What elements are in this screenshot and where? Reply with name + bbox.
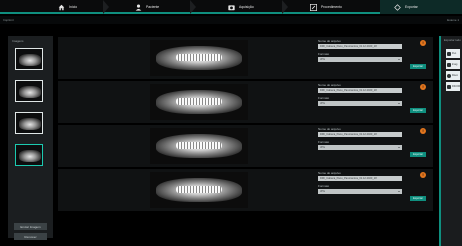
nav-acquisition[interactable]: Aquisição [228, 0, 254, 14]
format-select[interactable]: JPG [318, 101, 402, 106]
export-row: Nome do arquivo DMI_Cabeca_Pano_Panorami… [58, 125, 433, 167]
export-panel: Nome do arquivo DMI_Cabeca_Pano_Panorami… [318, 127, 428, 165]
nav-procedure-label: Procedimento [321, 5, 342, 9]
pen-icon [447, 51, 451, 56]
xray-image[interactable] [150, 84, 248, 120]
export-panel: Nome do arquivo DMI_Cabeca_Pano_Panorami… [318, 39, 428, 77]
xray-thumb [19, 150, 41, 162]
export-row: Nome do arquivo DMI_Cabeca_Pano_Panorami… [58, 169, 433, 211]
thumbnail-3[interactable] [15, 112, 43, 134]
nav-home[interactable]: Início [58, 0, 77, 14]
nav-acquisition-label: Aquisição [239, 5, 254, 9]
format-label: Formato [318, 184, 330, 188]
right-toolbar: Exportar tudo Pen Imag Disco DICOM [439, 36, 462, 246]
tool-image[interactable]: Imag [446, 60, 460, 69]
edit-icon [310, 3, 317, 11]
sub-bar: Imprimir Exame 1 [0, 16, 462, 24]
xray-image[interactable] [150, 128, 248, 164]
right-toolbar-title: Exportar tudo [444, 38, 461, 42]
export-button[interactable]: Exportar [410, 196, 426, 201]
xray-image[interactable] [150, 40, 248, 76]
nav-procedure[interactable]: Procedimento [310, 0, 342, 14]
export-button[interactable]: Exportar [410, 108, 426, 113]
file-name-field[interactable]: DMI_Cabeca_Pano_Panoramica_01.12.2020_18 [318, 132, 402, 137]
tool-disc[interactable]: Disco [446, 71, 460, 80]
tool-pen[interactable]: Pen [446, 49, 460, 58]
remove-button[interactable]: Remover [14, 233, 47, 240]
send-image-button[interactable]: Enviar Imagem [14, 223, 47, 230]
thumbnail-panel-title: Imagens [12, 39, 24, 43]
warning-icon: ! [420, 40, 426, 46]
export-row: Nome do arquivo DMI_Cabeca_Pano_Panorami… [58, 37, 433, 79]
xray-thumb [19, 118, 41, 130]
file-name-label: Nome do arquivo [318, 127, 341, 131]
file-name-field[interactable]: DMI_Cabeca_Pano_Panoramica_01.12.2020_18 [318, 44, 402, 49]
format-select[interactable]: JPG [318, 189, 402, 194]
tool-dicom[interactable]: DICOM [446, 82, 460, 91]
file-name-field[interactable]: DMI_Cabeca_Pano_Panoramica_01.12.2020_18 [318, 88, 402, 93]
format-label: Formato [318, 52, 330, 56]
file-icon [447, 84, 451, 89]
file-name-field[interactable]: DMI_Cabeca_Pano_Panoramica_01.12.2020_18 [318, 176, 402, 181]
file-name-label: Nome do arquivo [318, 39, 341, 43]
export-icon [394, 3, 401, 11]
nav-patient[interactable]: Paciente [135, 0, 159, 14]
print-label[interactable]: Imprimir [3, 18, 14, 22]
image-icon [447, 62, 451, 67]
xray-image[interactable] [150, 172, 248, 208]
file-name-label: Nome do arquivo [318, 171, 341, 175]
format-label: Formato [318, 96, 330, 100]
thumbnail-2[interactable] [15, 80, 43, 102]
disc-icon [447, 73, 451, 78]
nav-patient-label: Paciente [146, 5, 160, 9]
home-icon [58, 4, 65, 11]
export-button[interactable]: Exportar [410, 152, 426, 157]
warning-icon: ! [420, 128, 426, 134]
top-navigation: Início Paciente Aquisição Procedimento E… [0, 0, 462, 14]
xray-thumb [19, 54, 41, 66]
warning-icon: ! [420, 84, 426, 90]
nav-export[interactable]: Exportar [380, 0, 462, 14]
thumbnail-1[interactable] [15, 48, 43, 70]
thumbnail-panel: Imagens Enviar Imagem Remover [8, 36, 53, 240]
thumbnail-4[interactable] [15, 144, 43, 166]
nav-export-label: Exportar [405, 5, 418, 9]
export-row: Nome do arquivo DMI_Cabeca_Pano_Panorami… [58, 81, 433, 123]
export-panel: Nome do arquivo DMI_Cabeca_Pano_Panorami… [318, 171, 428, 209]
nav-home-label: Início [69, 5, 78, 9]
format-select[interactable]: JPG [318, 145, 402, 150]
format-label: Formato [318, 140, 330, 144]
export-panel: Nome do arquivo DMI_Cabeca_Pano_Panorami… [318, 83, 428, 121]
format-select[interactable]: JPG [318, 57, 402, 62]
xray-thumb [19, 86, 41, 98]
export-button[interactable]: Exportar [410, 64, 426, 69]
camera-icon [228, 4, 235, 11]
exam-label: Exame 1 [447, 18, 459, 22]
nav-export-inner: Exportar [394, 0, 418, 14]
user-icon [135, 4, 142, 11]
warning-icon: ! [420, 172, 426, 178]
file-name-label: Nome do arquivo [318, 83, 341, 87]
